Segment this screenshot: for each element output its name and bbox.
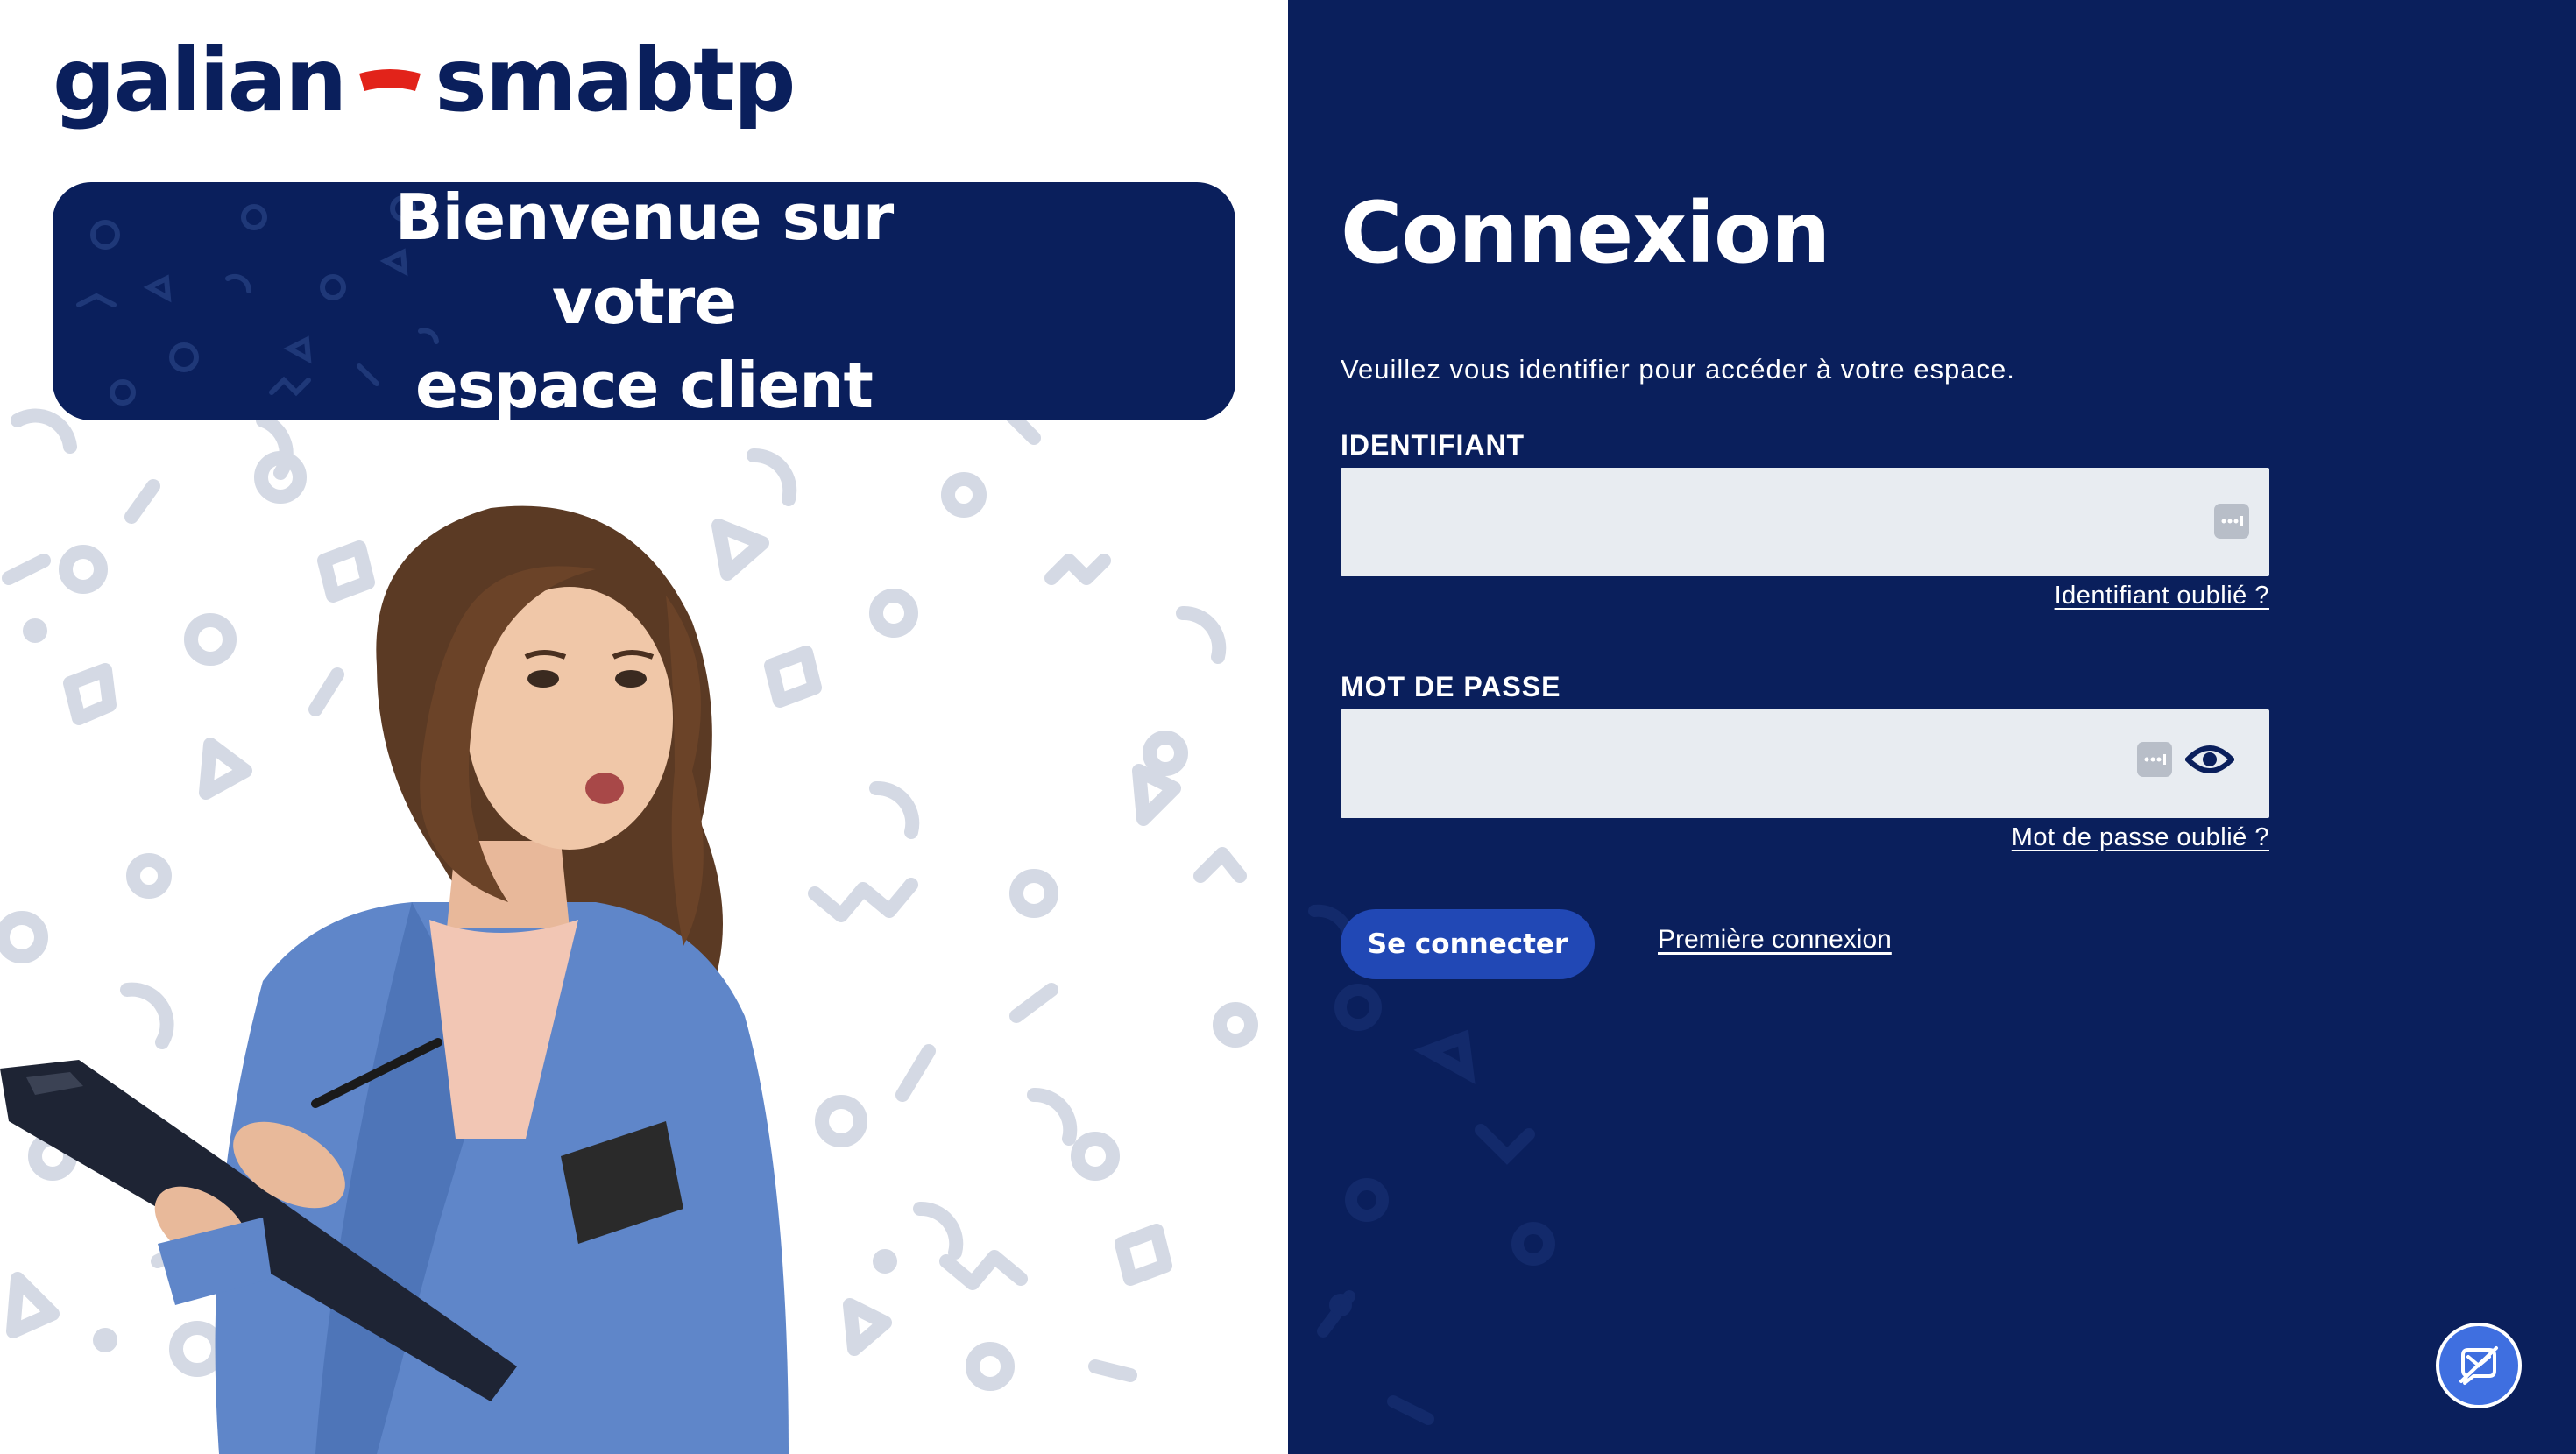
login-subtitle: Veuillez vous identifier pour accéder à … — [1341, 354, 2015, 385]
forgot-identifier-link[interactable]: Identifiant oublié ? — [2055, 582, 2269, 611]
left-panel: galian smabtp Bienvenue sur votre espace… — [0, 0, 1288, 1454]
login-submit-button[interactable]: Se connecter — [1341, 909, 1595, 979]
password-manager-icon[interactable] — [2136, 741, 2173, 778]
welcome-line-2: espace client — [415, 349, 874, 420]
welcome-heading: Bienvenue sur votre espace client — [294, 182, 994, 420]
right-panel: Connexion Veuillez vous identifier pour … — [1288, 0, 2576, 1454]
password-input[interactable] — [1341, 709, 2269, 818]
logo-text-right: smabtp — [435, 29, 796, 131]
identifier-label: IDENTIFIANT — [1341, 429, 1525, 461]
eye-icon[interactable] — [2185, 742, 2234, 777]
chat-support-icon — [2459, 1346, 2498, 1385]
first-login-link[interactable]: Première connexion — [1658, 925, 1892, 955]
logo-swoosh-icon — [359, 69, 421, 91]
welcome-banner: Bienvenue sur votre espace client — [53, 182, 1235, 420]
password-manager-icon[interactable] — [2213, 503, 2250, 540]
identifier-input[interactable] — [1341, 468, 2269, 576]
identifier-input-icons — [2213, 503, 2250, 540]
brand-logo[interactable]: galian smabtp — [53, 19, 796, 142]
password-input-icons — [2136, 741, 2234, 778]
password-label: MOT DE PASSE — [1341, 671, 1561, 702]
logo-text-left: galian — [53, 29, 347, 131]
hero-woman-illustration — [0, 505, 789, 1454]
forgot-password-link[interactable]: Mot de passe oublié ? — [2012, 823, 2269, 852]
help-chat-button[interactable] — [2436, 1323, 2522, 1408]
welcome-line-1: Bienvenue sur votre — [394, 182, 894, 338]
login-title: Connexion — [1341, 184, 1830, 282]
